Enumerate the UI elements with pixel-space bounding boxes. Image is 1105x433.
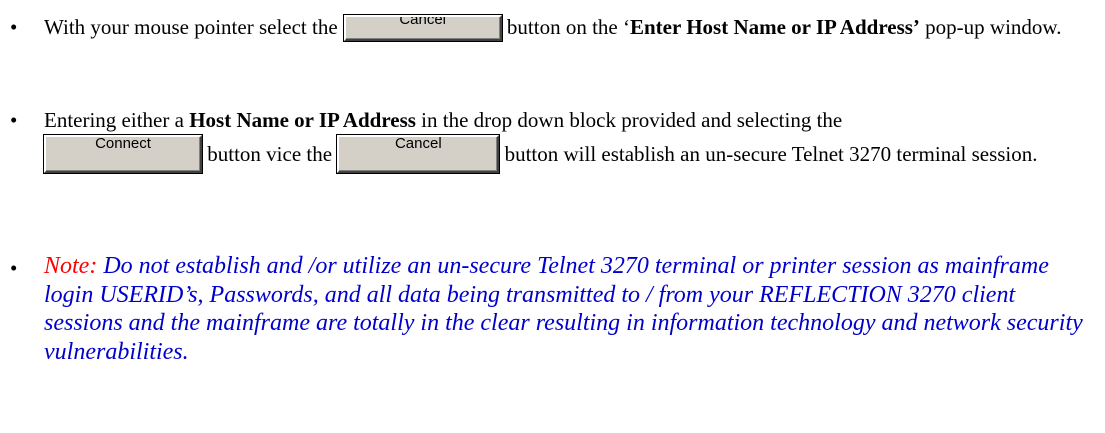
cancel-button-label: Cancel (399, 15, 447, 28)
bullet-point: • (10, 15, 18, 39)
bullet-point: • (10, 256, 18, 280)
connect-button-label: Connect (95, 135, 151, 152)
window-name-text: Enter Host Name or IP Address’ (630, 15, 920, 39)
cancel-button-image: Cancel (337, 135, 500, 173)
instruction-text: With your mouse pointer select the (44, 15, 338, 39)
note-label: Note: (44, 253, 98, 279)
instruction-paragraph-1: With your mouse pointer select the Cancel… (44, 13, 1094, 41)
instruction-text: in the drop down block provided and sele… (415, 108, 843, 132)
cancel-button-image: Cancel (343, 15, 502, 41)
instruction-text: button vice the (202, 142, 338, 166)
note-text: Do not establish and /or utilize an un-s… (44, 253, 1083, 365)
security-note: Note: Do not establish and /or utilize a… (44, 252, 1084, 366)
instruction-paragraph-2: Entering either a Host Name or IP Addres… (44, 106, 1094, 173)
bullet-point: • (10, 108, 18, 132)
cancel-button-label: Cancel (394, 135, 442, 152)
instruction-text: pop-up window. (919, 15, 1062, 39)
host-name-text: Host Name or IP Address (189, 108, 416, 132)
connect-button-image: Connect (44, 135, 202, 173)
instruction-text: button will establish an un-secure Telne… (499, 142, 1038, 166)
instruction-text: Entering either a (44, 108, 190, 132)
instruction-text: button on the ‘ (501, 15, 630, 39)
